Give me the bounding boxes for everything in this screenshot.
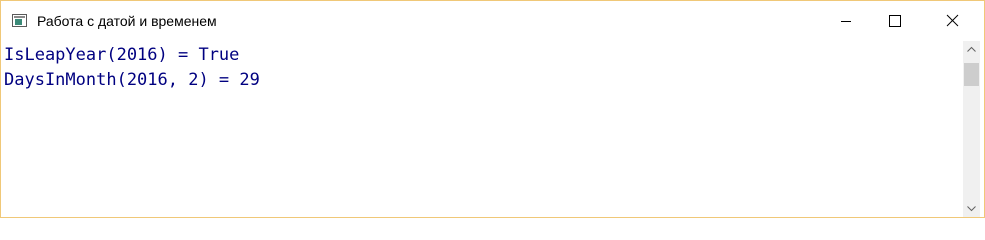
maximize-icon bbox=[889, 15, 901, 27]
scroll-up-button[interactable] bbox=[963, 41, 980, 58]
close-icon bbox=[946, 14, 959, 27]
scroll-thumb[interactable] bbox=[964, 63, 979, 86]
console-line: DaysInMonth(2016, 2) = 29 bbox=[4, 70, 260, 90]
console-line: IsLeapYear(2016) = True bbox=[4, 45, 240, 65]
window-title: Работа с датой и временем bbox=[37, 13, 217, 29]
scroll-down-button[interactable] bbox=[963, 200, 980, 217]
console-app-icon[interactable] bbox=[12, 14, 27, 27]
title-bar[interactable]: Работа с датой и временем bbox=[1, 1, 984, 41]
close-button[interactable] bbox=[925, 1, 981, 41]
minimize-button[interactable] bbox=[823, 1, 869, 41]
console-window: Работа с датой и временем IsLeapYear(201… bbox=[0, 0, 985, 218]
chevron-down-icon bbox=[967, 206, 976, 212]
console-output[interactable]: IsLeapYear(2016) = True DaysInMonth(2016… bbox=[1, 41, 963, 217]
chevron-up-icon bbox=[967, 46, 976, 52]
minimize-icon bbox=[841, 21, 851, 22]
vertical-scrollbar[interactable] bbox=[963, 41, 980, 217]
maximize-button[interactable] bbox=[869, 1, 915, 41]
